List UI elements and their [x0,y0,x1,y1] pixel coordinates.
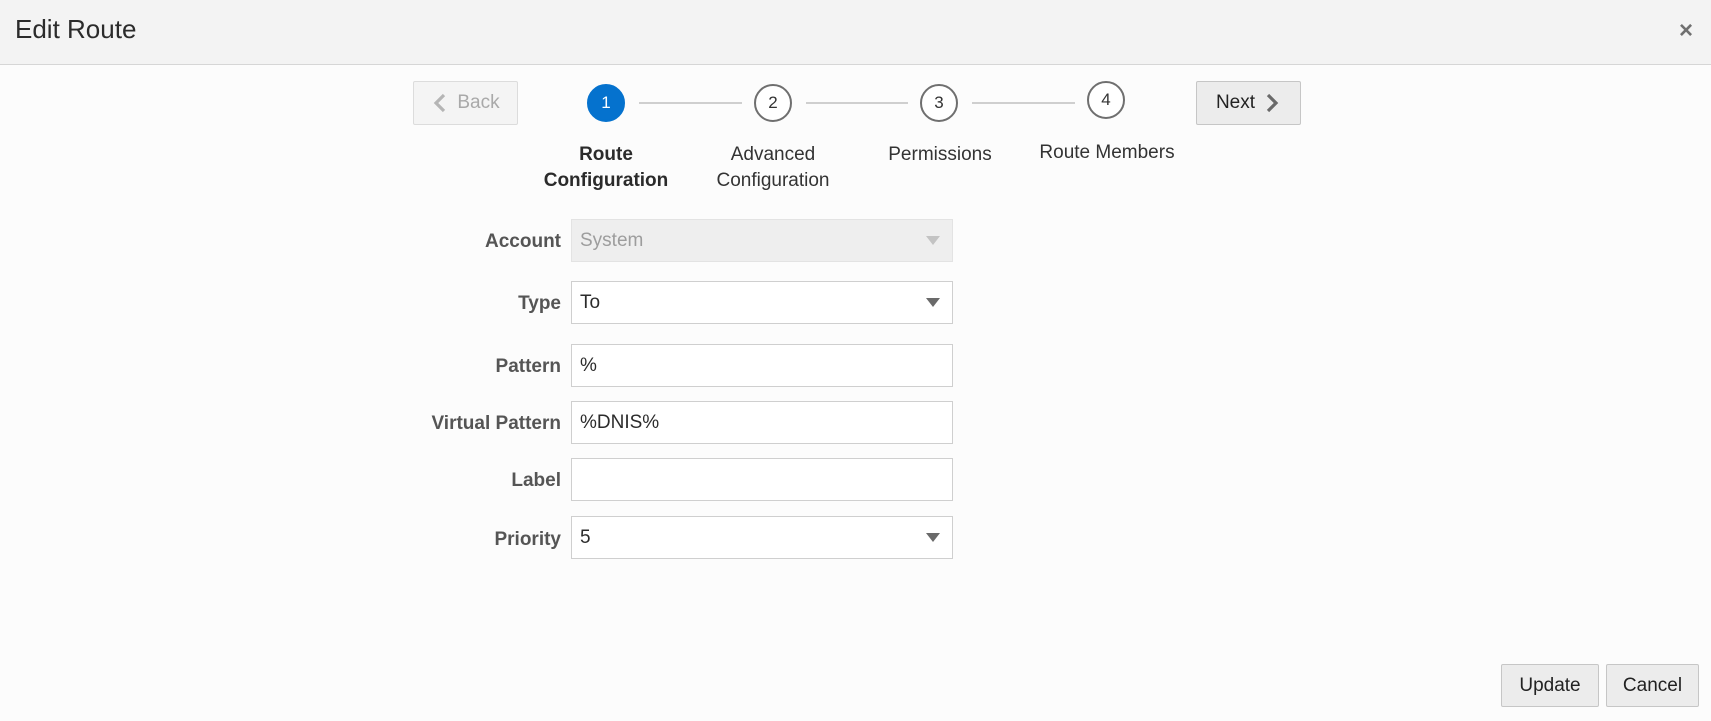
step-2-number: 2 [768,93,778,112]
back-button-label: Back [457,92,500,113]
priority-value: 5 [580,526,591,548]
virtual-pattern-label: Virtual Pattern [431,413,561,434]
train-connector-2-3 [806,102,908,104]
chevron-right-icon [1266,93,1279,113]
close-icon[interactable]: × [1679,17,1693,45]
step-2-circle[interactable]: 2 [754,84,792,122]
dialog-title: Edit Route [15,14,137,44]
train-connector-3-4 [972,102,1075,104]
step-1-circle[interactable]: 1 [587,84,625,122]
step-4-circle[interactable]: 4 [1087,81,1125,119]
priority-select[interactable]: 5 [571,516,953,559]
label-field[interactable] [571,458,953,501]
step-3-circle[interactable]: 3 [920,84,958,122]
step-4-number: 4 [1101,90,1111,109]
step-1-number: 1 [601,93,611,112]
label-input[interactable] [580,459,952,500]
step-1-label-line2: Configuration [543,170,669,191]
step-3-label[interactable]: Permissions [855,142,1025,168]
account-label: Account [485,231,561,252]
pattern-field[interactable] [571,344,953,387]
next-button[interactable]: Next [1196,81,1301,125]
account-select: System [571,219,953,262]
step-4-label[interactable]: Route Members [1022,140,1192,166]
update-button[interactable]: Update [1501,664,1599,707]
step-3-label-line1: Permissions [888,144,992,165]
label-field-label: Label [511,470,561,491]
chevron-left-icon [434,93,446,113]
step-3-number: 3 [934,93,944,112]
step-2-label-line2: Configuration [716,170,830,191]
type-value: To [580,291,601,313]
train-connector-1-2 [639,102,742,104]
step-1-label-line1: Route [579,144,633,165]
type-select[interactable]: To [571,281,953,324]
virtual-pattern-input[interactable] [580,402,952,443]
step-2-label[interactable]: Advanced Configuration [688,142,858,194]
priority-label: Priority [494,529,561,550]
type-dropdown-arrow-icon[interactable] [926,298,940,307]
next-button-label: Next [1215,92,1256,113]
type-label: Type [518,293,561,314]
dialog-header: Edit Route × [0,0,1711,65]
pattern-input[interactable] [580,345,952,386]
step-2-label-line1: Advanced [730,144,816,165]
step-1-label[interactable]: Route Configuration [521,142,691,194]
account-value: System [580,229,644,251]
update-button-label: Update [1519,674,1581,696]
pattern-label: Pattern [495,356,561,377]
priority-dropdown-arrow-icon[interactable] [926,533,940,542]
back-button[interactable]: Back [413,81,518,125]
step-4-label-line1: Route Members [1039,142,1175,163]
virtual-pattern-field[interactable] [571,401,953,444]
cancel-button-label: Cancel [1622,674,1683,696]
cancel-button[interactable]: Cancel [1606,664,1699,707]
account-dropdown-arrow-icon [926,236,940,245]
